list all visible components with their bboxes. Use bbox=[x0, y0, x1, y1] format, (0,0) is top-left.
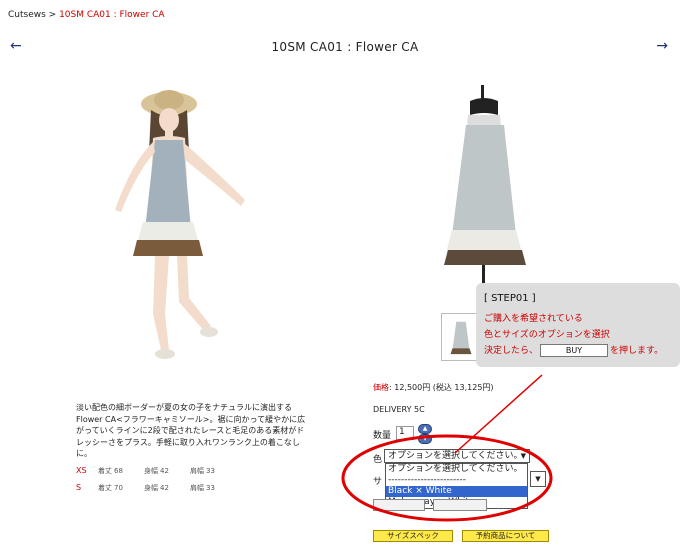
size-label: XS bbox=[76, 466, 87, 475]
quantity-label: 数量 bbox=[373, 431, 392, 441]
size-value: 68 bbox=[114, 466, 123, 475]
size-value: 42 bbox=[160, 483, 169, 492]
color-option[interactable]: オプションを選択してください。 bbox=[386, 464, 527, 475]
breadcrumb-parent[interactable]: Cutsews bbox=[8, 10, 46, 20]
size-select-label: サ bbox=[373, 477, 383, 487]
size-value: 42 bbox=[160, 466, 169, 475]
breadcrumb-current: 10SM CA01 : Flower CA bbox=[59, 10, 165, 20]
color-option[interactable]: Black × White bbox=[386, 486, 527, 497]
quantity-input[interactable]: 1 bbox=[396, 426, 414, 440]
quantity-stepper[interactable]: ▲ ▼ bbox=[418, 424, 432, 444]
option-button[interactable] bbox=[373, 499, 425, 511]
size-value: 70 bbox=[114, 483, 123, 492]
size-key: 身幅 bbox=[144, 466, 158, 475]
step-callout: [ STEP01 ] ご購入を希望されている 色とサイズのオプションを選択 決定… bbox=[476, 283, 680, 367]
size-key: 身幅 bbox=[144, 483, 158, 492]
thumbnail-image[interactable] bbox=[441, 313, 481, 361]
size-value: 33 bbox=[206, 483, 215, 492]
increment-icon[interactable]: ▲ bbox=[418, 424, 432, 434]
breadcrumb: Cutsews > 10SM CA01 : Flower CA bbox=[8, 10, 165, 20]
product-description: 淡い配色の細ボーダーが夏の女の子をナチュラルに演出するFlower CA<フラワ… bbox=[76, 403, 306, 458]
next-arrow-icon[interactable]: → bbox=[656, 38, 668, 54]
buy-button-illustration: BUY bbox=[540, 344, 609, 357]
callout-line: ご購入を希望されている bbox=[484, 314, 583, 324]
color-select[interactable]: オプションを選択してください。 ▼ bbox=[384, 449, 530, 463]
model-photo bbox=[115, 90, 245, 359]
size-value: 33 bbox=[206, 466, 215, 475]
callout-text: 決定したら、 bbox=[484, 346, 539, 356]
size-row-xs: XS 着丈 68 身幅 42 肩幅 33 bbox=[76, 462, 236, 479]
size-key: 着丈 bbox=[98, 466, 112, 475]
size-table: XS 着丈 68 身幅 42 肩幅 33 S 着丈 70 身幅 42 肩幅 33 bbox=[76, 462, 236, 496]
callout-title: [ STEP01 ] bbox=[484, 293, 536, 304]
price-label: 価格 bbox=[373, 383, 389, 392]
size-key: 着丈 bbox=[98, 483, 112, 492]
option-button[interactable] bbox=[433, 499, 487, 511]
delivery-text: DELIVERY 5C bbox=[373, 405, 425, 414]
color-option-separator: ------------------------ bbox=[388, 475, 466, 485]
callout-line: 決定したら、 BUY を押します。 bbox=[484, 343, 663, 357]
price-value: : 12,500円 (税込 13,125円) bbox=[389, 383, 494, 392]
product-title: 10SM CA01 : Flower CA bbox=[271, 40, 419, 54]
callout-line: 色とサイズのオプションを選択 bbox=[484, 330, 610, 340]
chevron-down-icon: ▼ bbox=[535, 475, 541, 483]
size-label: S bbox=[76, 483, 82, 492]
size-key: 肩幅 bbox=[190, 466, 204, 475]
size-select[interactable]: ▼ bbox=[530, 471, 546, 487]
size-spec-button[interactable]: サイズスペック bbox=[373, 530, 453, 542]
decrement-icon[interactable]: ▼ bbox=[418, 434, 432, 444]
color-select-value: オプションを選択してください。 bbox=[388, 451, 523, 461]
callout-text: を押します。 bbox=[610, 346, 664, 356]
size-row-s: S 着丈 70 身幅 42 肩幅 33 bbox=[76, 479, 236, 496]
color-label: 色 bbox=[373, 455, 383, 465]
size-key: 肩幅 bbox=[190, 483, 204, 492]
reservation-info-button[interactable]: 予約商品について bbox=[462, 530, 549, 542]
chevron-down-icon: ▼ bbox=[520, 452, 526, 460]
price: 価格: 12,500円 (税込 13,125円) bbox=[373, 382, 494, 393]
breadcrumb-separator: > bbox=[45, 10, 60, 20]
